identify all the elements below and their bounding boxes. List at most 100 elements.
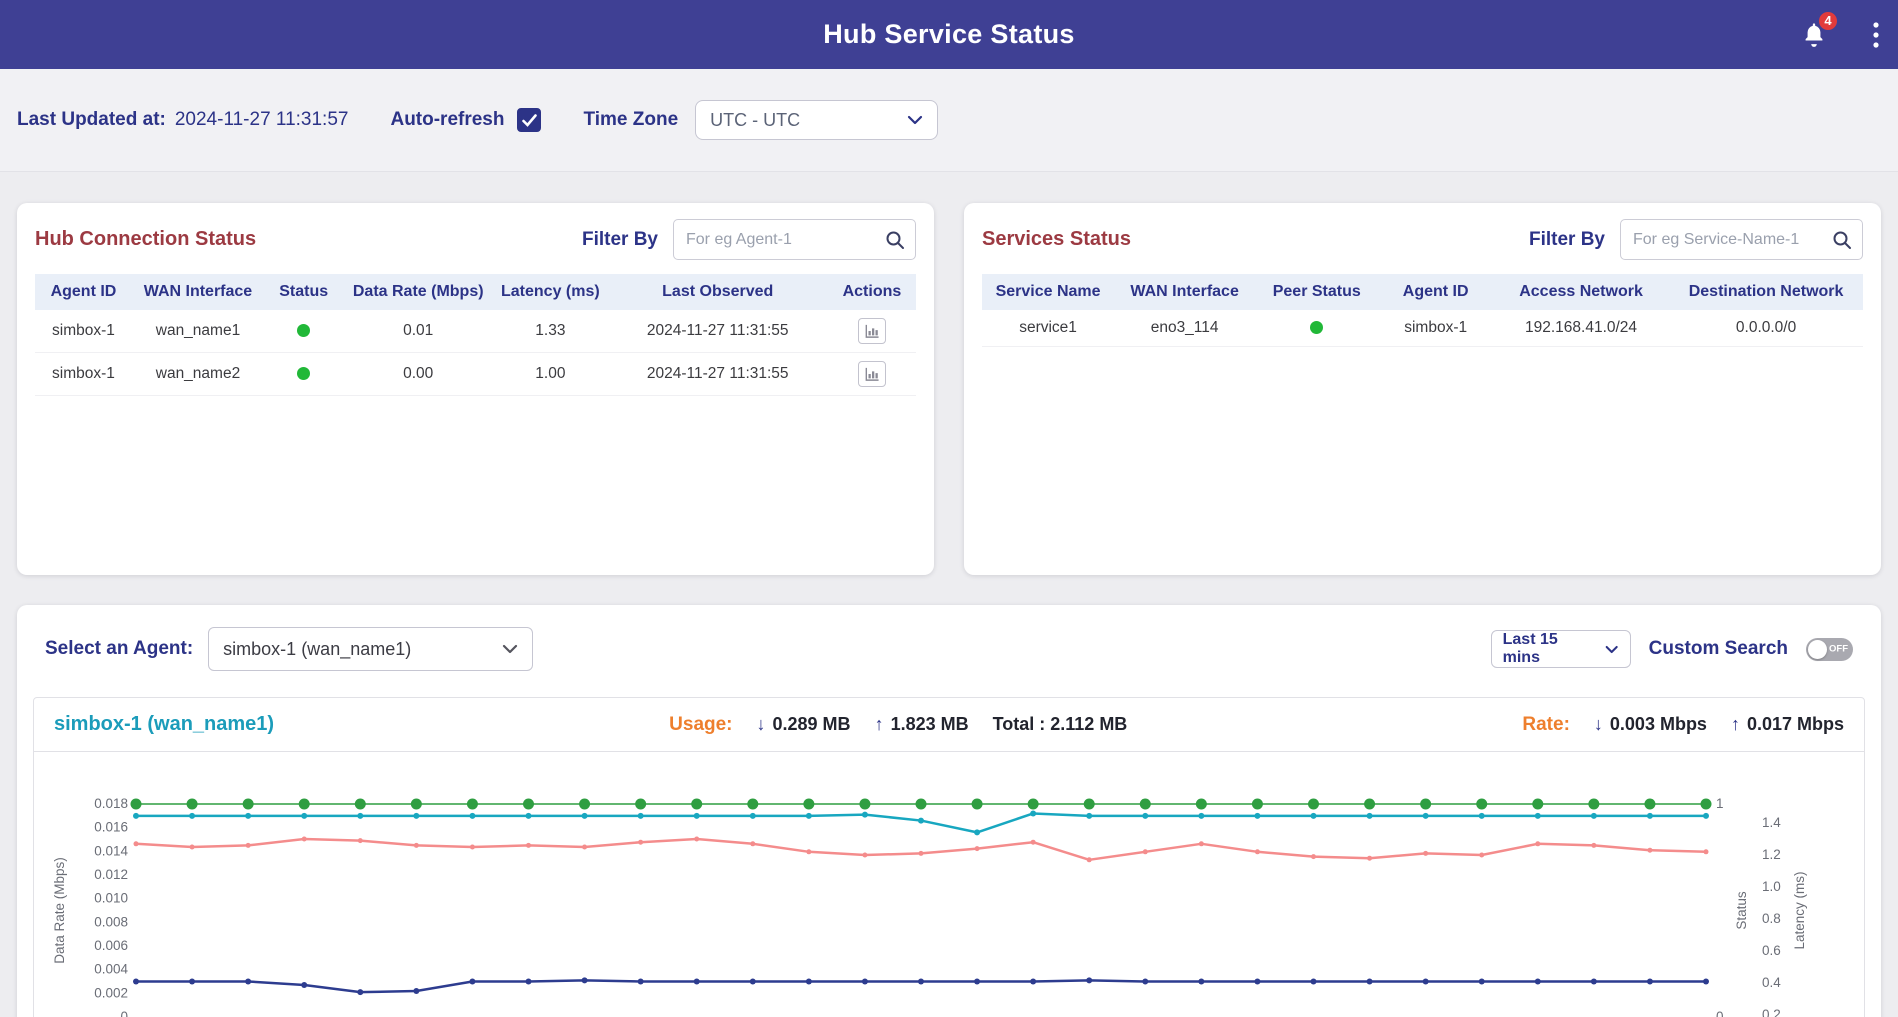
svg-text:0.4: 0.4	[1762, 975, 1781, 990]
rate-download-value: 0.003 Mbps	[1610, 714, 1707, 735]
notifications-button[interactable]: 4	[1800, 21, 1828, 49]
svg-text:0.006: 0.006	[94, 938, 128, 953]
hub-connection-title: Hub Connection Status	[35, 228, 256, 251]
time-range-value: Last 15 mins	[1503, 631, 1596, 667]
notification-badge: 4	[1817, 10, 1839, 32]
last-observed-cell: 2024-11-27 11:31:55	[608, 310, 828, 353]
chart-panel-header: simbox-1 (wan_name1) Usage: ↓ 0.289 MB ↑…	[34, 698, 1864, 752]
hub-connection-card-header: Hub Connection Status Filter By	[35, 219, 916, 260]
services-card-header: Services Status Filter By	[982, 219, 1863, 260]
status-cell	[264, 353, 343, 396]
destination-network-cell: 0.0.0.0/0	[1669, 310, 1863, 346]
agent-traffic-card: Select an Agent: simbox-1 (wan_name1) La…	[17, 605, 1881, 1017]
svg-text:0.6: 0.6	[1762, 943, 1781, 958]
page-title: Hub Service Status	[823, 19, 1075, 50]
rate-stats: Rate: ↓ 0.003 Mbps ↑ 0.017 Mbps	[1522, 714, 1844, 736]
status-cell	[264, 310, 343, 353]
table-row: service1 eno3_114 simbox-1 192.168.41.0/…	[982, 310, 1863, 346]
view-chart-button[interactable]	[858, 318, 886, 344]
svg-text:1.0: 1.0	[1762, 879, 1781, 894]
chevron-down-icon	[907, 115, 923, 125]
chevron-down-icon	[502, 644, 518, 654]
header-actions: 4	[1800, 0, 1880, 69]
svg-text:Data Rate (Mbps): Data Rate (Mbps)	[52, 857, 67, 964]
rate-upload-value: 0.017 Mbps	[1747, 714, 1844, 735]
toggle-state-label: OFF	[1829, 644, 1848, 655]
overflow-menu-button[interactable]	[1872, 20, 1880, 50]
time-zone-label: Time Zone	[583, 109, 678, 131]
hub-connection-table: Agent ID WAN Interface Status Data Rate …	[35, 274, 916, 396]
col-status: Status	[264, 274, 343, 310]
access-network-cell: 192.168.41.0/24	[1493, 310, 1669, 346]
custom-search-label: Custom Search	[1649, 638, 1788, 660]
svg-text:0: 0	[1716, 1009, 1724, 1017]
wan-interface-cell: wan_name2	[132, 353, 264, 396]
data-rate-cell: 0.00	[343, 353, 493, 396]
traffic-chart-panel: simbox-1 (wan_name1) Usage: ↓ 0.289 MB ↑…	[33, 697, 1865, 1017]
col-last-observed: Last Observed	[608, 274, 828, 310]
svg-text:1: 1	[1716, 796, 1724, 811]
view-chart-button[interactable]	[858, 361, 886, 387]
status-dot	[1310, 321, 1323, 334]
svg-text:0.012: 0.012	[94, 867, 128, 882]
down-arrow-icon: ↓	[1594, 714, 1603, 735]
col-access-network: Access Network	[1493, 274, 1669, 310]
chart-range-controls: Last 15 mins Custom Search OFF	[1491, 630, 1853, 668]
rate-download: ↓ 0.003 Mbps	[1594, 714, 1707, 735]
svg-text:1.4: 1.4	[1762, 815, 1781, 830]
agent-select[interactable]: simbox-1 (wan_name1)	[208, 627, 533, 671]
services-filter-label: Filter By	[1529, 229, 1605, 251]
col-peer-status: Peer Status	[1255, 274, 1378, 310]
col-destination-network: Destination Network	[1669, 274, 1863, 310]
table-row: simbox-1 wan_name2 0.00 1.00 2024-11-27 …	[35, 353, 916, 396]
wan-interface-cell: eno3_114	[1114, 310, 1255, 346]
chart-icon	[865, 324, 879, 338]
last-observed-cell: 2024-11-27 11:31:55	[608, 353, 828, 396]
data-rate-cell: 0.01	[343, 310, 493, 353]
time-range-select[interactable]: Last 15 mins	[1491, 630, 1631, 668]
latency-cell: 1.00	[493, 353, 608, 396]
col-agent-id: Agent ID	[1378, 274, 1493, 310]
search-icon[interactable]	[885, 230, 905, 250]
app-header: Hub Service Status 4	[0, 0, 1898, 69]
agent-select-value: simbox-1 (wan_name1)	[223, 639, 411, 660]
hub-table-header-row: Agent ID WAN Interface Status Data Rate …	[35, 274, 916, 310]
agent-id-cell: simbox-1	[35, 310, 132, 353]
rate-upload: ↑ 0.017 Mbps	[1731, 714, 1844, 735]
rate-label: Rate:	[1522, 714, 1570, 736]
svg-text:0: 0	[120, 1009, 128, 1017]
col-wan-interface: WAN Interface	[132, 274, 264, 310]
usage-download: ↓ 0.289 MB	[757, 714, 851, 735]
wan-interface-cell: wan_name1	[132, 310, 264, 353]
col-actions: Actions	[828, 274, 916, 310]
select-agent-label: Select an Agent:	[45, 638, 193, 660]
services-filter: Filter By	[1529, 219, 1863, 260]
status-dot	[297, 367, 310, 380]
services-status-card: Services Status Filter By Service Name W…	[964, 203, 1881, 575]
search-icon[interactable]	[1832, 230, 1852, 250]
service-name-cell: service1	[982, 310, 1114, 346]
custom-search-toggle[interactable]: OFF	[1806, 638, 1853, 661]
svg-text:0.008: 0.008	[94, 914, 128, 929]
actions-cell	[828, 310, 916, 353]
svg-text:0.002: 0.002	[94, 985, 128, 1000]
usage-upload: ↑ 1.823 MB	[875, 714, 969, 735]
col-agent-id: Agent ID	[35, 274, 132, 310]
check-icon	[522, 114, 537, 127]
last-updated-label: Last Updated at:	[17, 109, 166, 131]
usage-label: Usage:	[669, 714, 732, 736]
usage-upload-value: 1.823 MB	[891, 714, 969, 735]
hub-search-input[interactable]	[673, 219, 916, 260]
time-zone-select[interactable]: UTC - UTC	[695, 100, 938, 140]
services-search-input[interactable]	[1620, 219, 1863, 260]
chevron-down-icon	[1605, 645, 1618, 654]
auto-refresh-label: Auto-refresh	[390, 109, 504, 131]
svg-text:1.2: 1.2	[1762, 847, 1781, 862]
hub-filter-label: Filter By	[582, 229, 658, 251]
peer-status-cell	[1255, 310, 1378, 346]
chart-icon	[865, 367, 879, 381]
hub-search-box	[673, 219, 916, 260]
svg-text:0.8: 0.8	[1762, 911, 1781, 926]
auto-refresh-checkbox[interactable]	[517, 108, 541, 132]
svg-text:0.010: 0.010	[94, 891, 128, 906]
